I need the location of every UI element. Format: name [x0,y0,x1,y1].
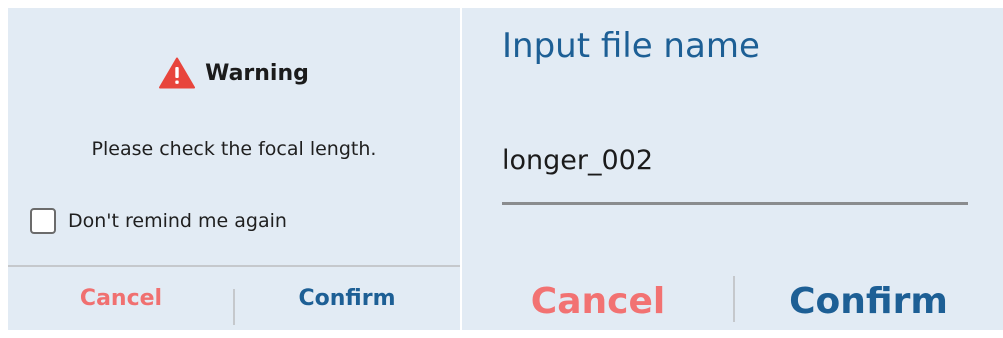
warning-dialog: Warning Please check the focal length. D… [8,8,460,330]
warning-triangle-icon [159,57,196,89]
warning-button-bar: Cancel Confirm [8,267,460,330]
file-name-input-underline [502,202,968,205]
dont-remind-label[interactable]: Don't remind me again [68,210,287,232]
input-file-name-dialog: Input file name Cancel Confirm [462,8,1003,330]
dont-remind-checkbox[interactable] [30,208,56,234]
warning-title: Warning [205,60,309,86]
input-cancel-button[interactable]: Cancel [462,270,734,332]
warning-cancel-button[interactable]: Cancel [8,267,234,330]
screen: Warning Please check the focal length. D… [0,0,1003,338]
warning-confirm-button[interactable]: Confirm [234,267,460,330]
input-confirm-button[interactable]: Confirm [734,270,1003,332]
warning-message: Please check the focal length. [91,138,377,160]
dont-remind-option[interactable]: Don't remind me again [30,206,287,236]
warning-title-row: Warning [8,56,460,90]
input-dialog-title: Input file name [502,26,760,66]
file-name-input[interactable] [502,138,968,182]
